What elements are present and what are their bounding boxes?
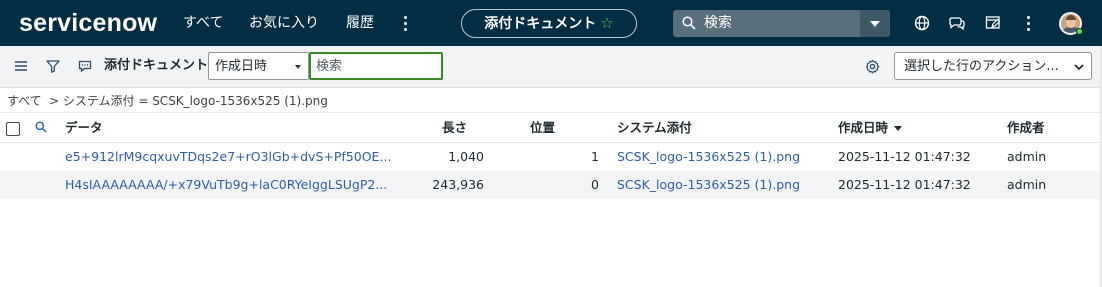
breadcrumb: すべて > システム添付 = SCSK_logo-1536x525 (1).pn… — [0, 88, 1102, 112]
column-search-icon[interactable] — [35, 121, 47, 133]
nav-all[interactable]: すべて — [183, 13, 223, 33]
column-header-created-label: 作成日時 — [838, 120, 889, 135]
cell-attachment-link[interactable]: SCSK_logo-1536x525 (1).png — [617, 177, 800, 193]
top-navigation-bar: servicenow すべて お気に入り 履歴 添付ドキュメント ☆ 検索 — [0, 0, 1102, 46]
row-actions-select-value: 選択した行のアクション... — [904, 59, 1059, 74]
servicenow-logo[interactable]: servicenow — [19, 9, 157, 37]
table-row: H4sIAAAAAAAA/+x79VuTb9g+laC0RYeIggLSUgP2… — [0, 171, 1102, 199]
cell-position: 0 — [591, 177, 599, 192]
table-row: e5+912lrM9cqxuvTDqs2e7+rO3lGb+dvS+Pf50OE… — [0, 143, 1102, 171]
more-icon[interactable] — [1023, 13, 1033, 33]
breadcrumb-root[interactable]: すべて — [7, 93, 42, 109]
cell-created: 2025-11-12 01:47:32 — [838, 149, 971, 164]
cell-data-link[interactable]: e5+912lrM9cqxuvTDqs2e7+rO3lGb+dvS+Pf50OE… — [65, 149, 391, 165]
edit-window-icon[interactable] — [984, 14, 1002, 32]
column-header-created[interactable]: 作成日時 — [838, 120, 903, 136]
select-all-checkbox[interactable] — [6, 122, 20, 136]
global-search[interactable]: 検索 — [673, 10, 890, 37]
breadcrumb-filter[interactable]: > システム添付 = SCSK_logo-1536x525 (1).png — [49, 93, 328, 109]
nav-more-icon[interactable] — [400, 13, 410, 33]
nav-favorites[interactable]: お気に入り — [249, 13, 319, 33]
column-header-attachment[interactable]: システム添付 — [617, 120, 692, 136]
global-search-input[interactable]: 検索 — [673, 10, 859, 37]
comment-list-icon[interactable] — [77, 58, 93, 74]
search-icon — [682, 16, 696, 30]
cell-length: 243,936 — [432, 177, 484, 192]
column-header-creator[interactable]: 作成者 — [1007, 120, 1045, 136]
cell-creator: admin — [1007, 149, 1047, 164]
gear-icon[interactable] — [865, 59, 880, 74]
filter-icon[interactable] — [45, 58, 61, 74]
list-search-input[interactable] — [309, 52, 443, 80]
column-header-data[interactable]: データ — [65, 120, 103, 136]
global-search-placeholder: 検索 — [704, 15, 732, 31]
search-field-select[interactable]: 作成日時 — [208, 52, 309, 80]
nav-history[interactable]: 履歴 — [346, 13, 374, 33]
table-header: データ 長さ 位置 システム添付 作成日時 作成者 — [0, 112, 1102, 143]
star-icon[interactable]: ☆ — [600, 14, 613, 32]
context-title: 添付ドキュメント — [484, 16, 597, 32]
globe-icon[interactable] — [913, 14, 931, 32]
empty-list-area — [0, 199, 1102, 287]
cell-attachment-link[interactable]: SCSK_logo-1536x525 (1).png — [617, 149, 800, 165]
cell-length: 1,040 — [448, 149, 484, 164]
search-field-select-value: 作成日時 — [215, 59, 268, 74]
context-title-pill[interactable]: 添付ドキュメント ☆ — [461, 9, 637, 38]
menu-icon[interactable] — [13, 58, 29, 74]
list-title: 添付ドキュメント — [104, 58, 209, 73]
cell-data-link[interactable]: H4sIAAAAAAAA/+x79VuTb9g+laC0RYeIggLSUgP2… — [65, 177, 387, 193]
column-header-position[interactable]: 位置 — [530, 120, 555, 136]
sort-descending-icon — [894, 126, 903, 131]
cell-creator: admin — [1007, 177, 1047, 192]
search-scope-dropdown[interactable] — [860, 10, 890, 37]
cell-position: 1 — [591, 149, 599, 164]
chevron-down-icon — [1074, 64, 1084, 71]
chat-icon[interactable] — [948, 14, 966, 32]
presence-status-icon — [1076, 28, 1083, 35]
column-header-length[interactable]: 長さ — [442, 120, 467, 136]
list-toolbar: 添付ドキュメント 作成日時 選択した行のアクション... — [0, 46, 1102, 88]
cell-created: 2025-11-12 01:47:32 — [838, 177, 971, 192]
row-actions-select[interactable]: 選択した行のアクション... — [894, 52, 1092, 80]
